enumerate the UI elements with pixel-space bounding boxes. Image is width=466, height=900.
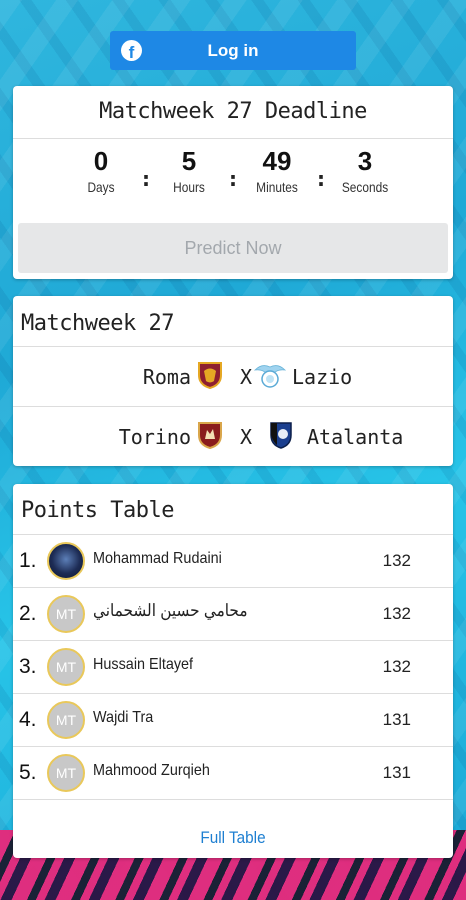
countdown-days-label: Days [87,179,115,195]
countdown-seconds-label: Seconds [341,179,389,195]
player-name: Hussain Eltayef [93,656,194,673]
roma-crest-icon [198,362,222,389]
countdown-hours-label: Hours [173,179,205,195]
avatar: MT [47,754,85,792]
countdown-separator: : [317,167,325,191]
versus-label: X [240,365,253,389]
deadline-title: Matchweek 27 Deadline [13,86,453,139]
player-name: Wajdi Tra [93,709,154,726]
away-team-name: Atalanta [307,425,404,449]
rank: 2. [19,602,37,625]
table-row[interactable]: 4. MT Wajdi Tra 131 [13,694,453,747]
avatar: MT [47,701,85,739]
facebook-login-button[interactable]: f Log in [110,31,356,70]
player-name: Mahmood Zurqieh [93,762,210,779]
countdown-days-value: 0 [93,146,109,176]
avatar [47,542,85,580]
login-label: Log in [207,40,259,60]
countdown-minutes-value: 49 [262,146,292,176]
countdown: 0 Days : 5 Hours : 49 Minutes : 3 Second… [13,139,453,211]
matchweek-card: Matchweek 27 Roma X Lazio Torino X Atala… [13,296,453,466]
match-row[interactable]: Torino X Atalanta [13,407,453,466]
avatar: MT [47,595,85,633]
away-team-name: Lazio [292,365,353,389]
deadline-card: Matchweek 27 Deadline 0 Days : 5 Hours :… [13,86,453,279]
full-table-link[interactable]: Full Table [35,828,431,848]
countdown-seconds-value: 3 [357,146,373,176]
avatar: MT [47,648,85,686]
rank: 4. [19,708,37,731]
lazio-crest-icon [254,365,286,388]
table-row[interactable]: 3. MT Hussain Eltayef 132 [13,641,453,694]
home-team-name: Torino [118,425,191,449]
player-points: 132 [382,657,411,676]
rank: 1. [19,549,37,572]
countdown-minutes: 49 Minutes [237,145,317,197]
countdown-separator: : [229,167,237,191]
versus-label: X [240,425,253,449]
countdown-days: 0 Days [61,145,141,197]
player-points: 132 [382,551,411,570]
player-points: 131 [382,710,411,729]
countdown-minutes-label: Minutes [256,179,298,195]
rank: 5. [19,761,37,784]
table-row[interactable]: 5. MT Mahmood Zurqieh 131 [13,747,453,800]
facebook-icon: f [121,40,142,61]
home-team-name: Roma [142,365,191,389]
player-points: 132 [382,604,411,623]
rank: 3. [19,655,37,678]
table-row[interactable]: 2. MT محامي حسين الشحماني 132 [13,588,453,641]
player-name: محامي حسين الشحماني [93,601,248,620]
points-table-title: Points Table [13,484,453,535]
predict-now-button[interactable]: Predict Now [18,223,448,273]
countdown-hours-value: 5 [181,146,197,176]
matchweek-title: Matchweek 27 [13,296,453,347]
match-row[interactable]: Roma X Lazio [13,347,453,407]
player-points: 131 [382,763,411,782]
atalanta-crest-icon [270,422,292,449]
table-row[interactable]: 1. Mohammad Rudaini 132 [13,535,453,588]
countdown-seconds: 3 Seconds [325,145,405,197]
countdown-hours: 5 Hours [149,145,229,197]
points-table-card: Points Table 1. Mohammad Rudaini 132 2. … [13,484,453,858]
player-name: Mohammad Rudaini [93,550,222,567]
torino-crest-icon [198,422,222,449]
